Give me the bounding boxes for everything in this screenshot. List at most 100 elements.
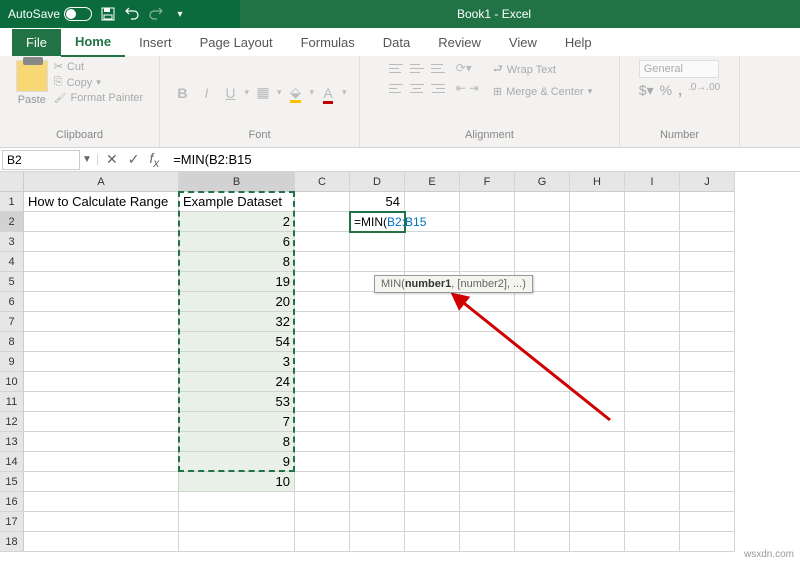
col-header-H[interactable]: H xyxy=(570,172,625,192)
cell-I4[interactable] xyxy=(625,252,680,272)
cell-G2[interactable] xyxy=(515,212,570,232)
tab-file[interactable]: File xyxy=(12,29,61,56)
currency-button[interactable]: $▾ xyxy=(639,82,654,99)
align-top-button[interactable] xyxy=(387,60,405,76)
cell-A10[interactable] xyxy=(24,372,179,392)
cell-C10[interactable] xyxy=(295,372,350,392)
cell-J2[interactable] xyxy=(680,212,735,232)
cell-A16[interactable] xyxy=(24,492,179,512)
align-right-button[interactable] xyxy=(429,80,447,96)
cell-C6[interactable] xyxy=(295,292,350,312)
cell-G4[interactable] xyxy=(515,252,570,272)
cell-C5[interactable] xyxy=(295,272,350,292)
insert-function-button[interactable]: fx xyxy=(149,150,159,170)
tab-help[interactable]: Help xyxy=(551,29,606,56)
cell-D1[interactable]: 54 xyxy=(350,192,405,212)
cell-J8[interactable] xyxy=(680,332,735,352)
tab-data[interactable]: Data xyxy=(369,29,424,56)
number-format-select[interactable]: General xyxy=(639,60,719,78)
cell-I14[interactable] xyxy=(625,452,680,472)
increase-indent-button[interactable]: ⇥ xyxy=(469,81,479,95)
select-all-corner[interactable] xyxy=(0,172,24,192)
cell-F4[interactable] xyxy=(460,252,515,272)
cell-C18[interactable] xyxy=(295,532,350,552)
cell-D7[interactable] xyxy=(350,312,405,332)
cell-B8[interactable]: 54 xyxy=(179,332,295,352)
cell-A7[interactable] xyxy=(24,312,179,332)
undo-icon[interactable] xyxy=(124,6,140,22)
col-header-A[interactable]: A xyxy=(24,172,179,192)
cell-A17[interactable] xyxy=(24,512,179,532)
cell-D10[interactable] xyxy=(350,372,405,392)
row-header-10[interactable]: 10 xyxy=(0,372,24,392)
col-header-I[interactable]: I xyxy=(625,172,680,192)
cell-B12[interactable]: 7 xyxy=(179,412,295,432)
cell-D4[interactable] xyxy=(350,252,405,272)
cell-C17[interactable] xyxy=(295,512,350,532)
tab-review[interactable]: Review xyxy=(424,29,495,56)
bold-button[interactable]: B xyxy=(172,85,192,101)
name-box[interactable] xyxy=(2,150,80,170)
cell-B10[interactable]: 24 xyxy=(179,372,295,392)
redo-icon[interactable] xyxy=(148,6,164,22)
cell-J18[interactable] xyxy=(680,532,735,552)
cell-C1[interactable] xyxy=(295,192,350,212)
cell-D12[interactable] xyxy=(350,412,405,432)
cell-C9[interactable] xyxy=(295,352,350,372)
row-header-5[interactable]: 5 xyxy=(0,272,24,292)
cell-B11[interactable]: 53 xyxy=(179,392,295,412)
increase-decimal-button[interactable]: .0→.00 xyxy=(688,82,720,99)
cell-D14[interactable] xyxy=(350,452,405,472)
cancel-formula-button[interactable]: ✕ xyxy=(106,151,118,168)
cell-E16[interactable] xyxy=(405,492,460,512)
cell-C11[interactable] xyxy=(295,392,350,412)
cell-F18[interactable] xyxy=(460,532,515,552)
cell-A11[interactable] xyxy=(24,392,179,412)
cell-H16[interactable] xyxy=(570,492,625,512)
row-header-14[interactable]: 14 xyxy=(0,452,24,472)
cell-B3[interactable]: 6 xyxy=(179,232,295,252)
cell-B13[interactable]: 8 xyxy=(179,432,295,452)
cell-J10[interactable] xyxy=(680,372,735,392)
row-header-3[interactable]: 3 xyxy=(0,232,24,252)
cell-D8[interactable] xyxy=(350,332,405,352)
cell-A8[interactable] xyxy=(24,332,179,352)
cell-H1[interactable] xyxy=(570,192,625,212)
row-header-2[interactable]: 2 xyxy=(0,212,24,232)
cell-J3[interactable] xyxy=(680,232,735,252)
formula-input[interactable] xyxy=(167,152,800,167)
cell-E1[interactable] xyxy=(405,192,460,212)
row-header-8[interactable]: 8 xyxy=(0,332,24,352)
cell-B9[interactable]: 3 xyxy=(179,352,295,372)
col-header-F[interactable]: F xyxy=(460,172,515,192)
col-header-B[interactable]: B xyxy=(179,172,295,192)
italic-button[interactable]: I xyxy=(196,85,216,101)
cell-D17[interactable] xyxy=(350,512,405,532)
row-header-16[interactable]: 16 xyxy=(0,492,24,512)
cell-B6[interactable]: 20 xyxy=(179,292,295,312)
cell-C4[interactable] xyxy=(295,252,350,272)
cell-E15[interactable] xyxy=(405,472,460,492)
qat-customize-icon[interactable]: ▾ xyxy=(172,6,188,22)
cell-B1[interactable]: Example Dataset xyxy=(179,192,295,212)
enter-formula-button[interactable]: ✓ xyxy=(128,151,140,168)
cell-I18[interactable] xyxy=(625,532,680,552)
cell-H4[interactable] xyxy=(570,252,625,272)
paste-button[interactable]: Paste xyxy=(16,60,48,106)
cell-J1[interactable] xyxy=(680,192,735,212)
cell-F1[interactable] xyxy=(460,192,515,212)
col-header-C[interactable]: C xyxy=(295,172,350,192)
cell-A6[interactable] xyxy=(24,292,179,312)
cell-A3[interactable] xyxy=(24,232,179,252)
underline-button[interactable]: U xyxy=(220,85,240,101)
cell-A1[interactable]: How to Calculate Range xyxy=(24,192,179,212)
row-header-9[interactable]: 9 xyxy=(0,352,24,372)
cell-H18[interactable] xyxy=(570,532,625,552)
cell-B16[interactable] xyxy=(179,492,295,512)
cell-B14[interactable]: 9 xyxy=(179,452,295,472)
cell-I5[interactable] xyxy=(625,272,680,292)
cell-E17[interactable] xyxy=(405,512,460,532)
cell-J17[interactable] xyxy=(680,512,735,532)
cell-J11[interactable] xyxy=(680,392,735,412)
cell-F17[interactable] xyxy=(460,512,515,532)
